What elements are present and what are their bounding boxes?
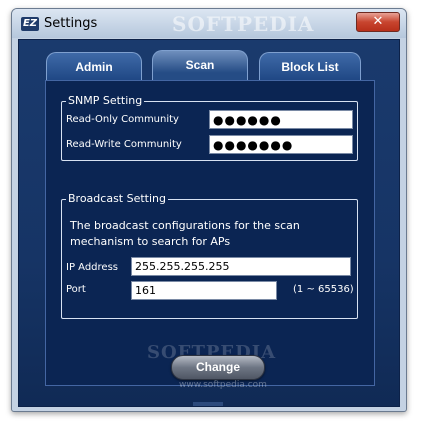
scan-panel: SNMP Setting Read-Only Community ●●●●●● …	[45, 80, 375, 386]
port-input[interactable]: 161	[131, 281, 277, 300]
broadcast-setting-title: Broadcast Setting	[66, 192, 168, 205]
broadcast-setting-group: Broadcast Setting The broadcast configur…	[61, 192, 358, 319]
read-write-community-input[interactable]: ●●●●●●●	[209, 135, 353, 154]
close-icon: ✕	[372, 14, 384, 29]
watermark-url: www.softpedia.com	[179, 380, 267, 390]
change-button[interactable]: Change	[171, 355, 265, 380]
title-bar[interactable]: EZ Settings SOFTPEDIA ✕	[12, 9, 406, 38]
tab-scan[interactable]: Scan	[152, 50, 248, 82]
port-range-hint: (1 ~ 65536)	[293, 284, 354, 295]
app-icon: EZ	[21, 17, 39, 31]
broadcast-description: The broadcast configurations for the sca…	[70, 219, 300, 248]
window-title: Settings	[44, 16, 98, 31]
read-only-community-label: Read-Only Community	[66, 114, 179, 125]
client-area: Admin Scan Block List SNMP Setting Read-…	[18, 39, 400, 407]
read-write-community-label: Read-Write Community	[66, 139, 182, 150]
ip-address-input[interactable]: 255.255.255.255	[131, 257, 351, 276]
settings-window: EZ Settings SOFTPEDIA ✕ Admin Scan Block…	[11, 8, 407, 412]
close-button[interactable]: ✕	[356, 12, 400, 32]
watermark-logo: SOFTPEDIA	[172, 12, 315, 36]
read-only-community-input[interactable]: ●●●●●●	[209, 110, 353, 129]
snmp-setting-group: SNMP Setting Read-Only Community ●●●●●● …	[61, 94, 358, 161]
ip-address-label: IP Address	[66, 262, 118, 273]
snmp-setting-title: SNMP Setting	[66, 94, 145, 107]
bottom-decoration	[193, 402, 223, 406]
port-label: Port	[66, 284, 86, 295]
tab-block-list[interactable]: Block List	[259, 52, 361, 81]
tab-admin[interactable]: Admin	[46, 52, 142, 81]
